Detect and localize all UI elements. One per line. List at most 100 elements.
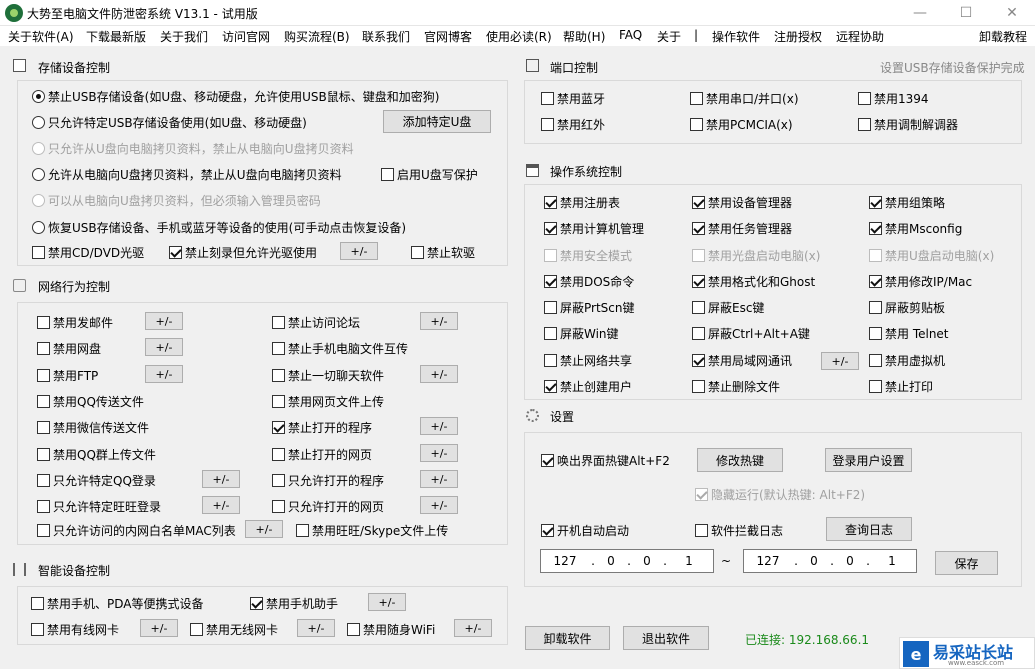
autostart-checkbox[interactable]: 开机自动启动 <box>541 521 629 539</box>
radio-block-usb[interactable]: 禁止USB存储设备(如U盘、移动硬盘，允许使用USB鼠标、键盘和加密狗) <box>32 87 439 105</box>
os-checkbox-12[interactable]: 屏蔽PrtScn键 <box>544 298 635 316</box>
query-log-button[interactable]: 查询日志 <box>826 517 912 541</box>
network-right-checkbox-4[interactable]: 禁止打开的程序 <box>272 418 372 436</box>
os-checkbox-20[interactable]: 禁用虚拟机 <box>869 351 945 369</box>
menu-contact-us[interactable]: 联系我们 <box>362 28 410 45</box>
os-checkbox-7[interactable]: 禁用光盘启动电脑(x) <box>692 246 820 264</box>
network-right-checkbox-6[interactable]: 只允许打开的程序 <box>272 471 384 489</box>
os-checkbox-16[interactable]: 屏蔽Ctrl+Alt+A键 <box>692 324 810 342</box>
radio-allow-specific-usb[interactable]: 只允许特定USB存储设备使用(如U盘、移动硬盘) <box>32 113 307 131</box>
lan-comm-plus-minus-button[interactable]: +/- <box>821 352 859 370</box>
network-left-plus-minus-button-6[interactable]: +/- <box>202 470 240 488</box>
portable-wifi-plus-minus-button[interactable]: +/- <box>454 619 492 637</box>
menu-must-read[interactable]: 使用必读(R) <box>486 28 552 45</box>
intercept-log-checkbox[interactable]: 软件拦截日志 <box>695 521 783 539</box>
os-checkbox-1[interactable]: 禁用设备管理器 <box>692 193 792 211</box>
hotkey-checkbox[interactable]: 唤出界面热键Alt+F2 <box>541 451 670 469</box>
disable-bluetooth-checkbox[interactable]: 禁用蓝牙 <box>541 89 605 107</box>
os-checkbox-14[interactable]: 屏蔽剪贴板 <box>869 298 945 316</box>
disable-1394-checkbox[interactable]: 禁用1394 <box>858 89 929 107</box>
login-user-settings-button[interactable]: 登录用户设置 <box>825 448 912 472</box>
network-right-checkbox-3[interactable]: 禁用网页文件上传 <box>272 392 384 410</box>
network-right-plus-minus-button-0[interactable]: +/- <box>420 312 458 330</box>
network-left-checkbox-8[interactable]: 只允许访问的内网白名单MAC列表 <box>37 521 236 539</box>
network-right-plus-minus-button-7[interactable]: +/- <box>420 496 458 514</box>
network-left-checkbox-1[interactable]: 禁用网盘 <box>37 339 101 357</box>
wired-nic-plus-minus-button[interactable]: +/- <box>140 619 178 637</box>
menu-remote-assist[interactable]: 远程协助 <box>836 28 884 45</box>
network-left-checkbox-2[interactable]: 禁用FTP <box>37 366 98 384</box>
os-checkbox-2[interactable]: 禁用组策略 <box>869 193 945 211</box>
maximize-button[interactable]: ☐ <box>943 0 989 26</box>
menu-faq[interactable]: FAQ <box>619 28 642 42</box>
phone-assistant-plus-minus-button[interactable]: +/- <box>368 593 406 611</box>
network-right-plus-minus-button-2[interactable]: +/- <box>420 365 458 383</box>
menu-about[interactable]: 关于 <box>657 28 681 45</box>
disable-cd-dvd-checkbox[interactable]: 禁用CD/DVD光驱 <box>32 243 144 261</box>
radio-pc-to-usb-only[interactable]: 允许从电脑向U盘拷贝资料，禁止从U盘向电脑拷贝资料 <box>32 165 342 183</box>
disable-portable-devices-checkbox[interactable]: 禁用手机、PDA等便携式设备 <box>31 594 203 612</box>
network-left-plus-minus-button-0[interactable]: +/- <box>145 312 183 330</box>
network-left-checkbox-0[interactable]: 禁用发邮件 <box>37 313 113 331</box>
os-checkbox-4[interactable]: 禁用任务管理器 <box>692 219 792 237</box>
os-checkbox-21[interactable]: 禁止创建用户 <box>544 377 632 395</box>
network-right-plus-minus-button-5[interactable]: +/- <box>420 444 458 462</box>
radio-pc-to-usb-password[interactable]: 可以从电脑向U盘拷贝资料，但必须输入管理员密码 <box>32 191 321 209</box>
network-left-checkbox-4[interactable]: 禁用微信传送文件 <box>37 418 149 436</box>
disable-pcmcia-checkbox[interactable]: 禁用PCMCIA(x) <box>690 115 793 133</box>
os-checkbox-18[interactable]: 禁止网络共享 <box>544 351 632 369</box>
os-checkbox-9[interactable]: 禁用DOS命令 <box>544 272 634 290</box>
menu-blog[interactable]: 官网博客 <box>424 28 472 45</box>
os-checkbox-3[interactable]: 禁用计算机管理 <box>544 219 644 237</box>
menu-uninstall-guide[interactable]: 卸载教程 <box>979 28 1027 45</box>
os-checkbox-11[interactable]: 禁用修改IP/Mac <box>869 272 972 290</box>
network-right-plus-minus-button-4[interactable]: +/- <box>420 417 458 435</box>
os-checkbox-5[interactable]: 禁用Msconfig <box>869 219 962 237</box>
os-checkbox-8[interactable]: 禁用U盘启动电脑(x) <box>869 246 994 264</box>
radio-restore-usb[interactable]: 恢复USB存储设备、手机或蓝牙等设备的使用(可手动点击恢复设备) <box>32 218 406 236</box>
os-checkbox-0[interactable]: 禁用注册表 <box>544 193 620 211</box>
os-checkbox-17[interactable]: 禁用 Telnet <box>869 324 949 342</box>
network-right-checkbox-7[interactable]: 只允许打开的网页 <box>272 497 384 515</box>
network-left-checkbox-5[interactable]: 禁用QQ群上传文件 <box>37 445 156 463</box>
os-checkbox-15[interactable]: 屏蔽Win键 <box>544 324 619 342</box>
disable-phone-assistant-checkbox[interactable]: 禁用手机助手 <box>250 594 338 612</box>
network-right-checkbox-0[interactable]: 禁止访问论坛 <box>272 313 360 331</box>
block-burn-checkbox[interactable]: 禁止刻录但允许光驱使用 <box>169 243 317 261</box>
menu-about-software[interactable]: 关于软件(A) <box>8 28 74 45</box>
menu-official-site[interactable]: 访问官网 <box>222 28 270 45</box>
start-ip-input[interactable]: 127 . 0 . 0 . 1 <box>540 549 714 573</box>
hidden-run-checkbox[interactable]: 隐藏运行(默认热键: Alt+F2) <box>695 485 865 503</box>
network-left-plus-minus-button-7[interactable]: +/- <box>202 496 240 514</box>
disable-serial-parallel-checkbox[interactable]: 禁用串口/并口(x) <box>690 89 799 107</box>
close-button[interactable]: ✕ <box>989 0 1035 26</box>
os-checkbox-10[interactable]: 禁用格式化和Ghost <box>692 272 815 290</box>
disable-infrared-checkbox[interactable]: 禁用红外 <box>541 115 605 133</box>
disable-floppy-checkbox[interactable]: 禁止软驱 <box>411 243 475 261</box>
network-left-checkbox-7[interactable]: 只允许特定旺旺登录 <box>37 497 161 515</box>
disable-modem-checkbox[interactable]: 禁用调制解调器 <box>858 115 958 133</box>
menu-purchase[interactable]: 购买流程(B) <box>284 28 350 45</box>
os-checkbox-23[interactable]: 禁止打印 <box>869 377 933 395</box>
uninstall-software-button[interactable]: 卸载软件 <box>525 626 610 650</box>
os-checkbox-22[interactable]: 禁止删除文件 <box>692 377 780 395</box>
modify-hotkey-button[interactable]: 修改热键 <box>697 448 783 472</box>
end-ip-input[interactable]: 127 . 0 . 0 . 1 <box>743 549 917 573</box>
network-left-checkbox-6[interactable]: 只允许特定QQ登录 <box>37 471 156 489</box>
disable-portable-wifi-checkbox[interactable]: 禁用随身WiFi <box>347 620 435 638</box>
wireless-nic-plus-minus-button[interactable]: +/- <box>297 619 335 637</box>
network-right-plus-minus-button-6[interactable]: +/- <box>420 470 458 488</box>
os-checkbox-19[interactable]: 禁用局域网通讯 <box>692 351 792 369</box>
network-right-checkbox-1[interactable]: 禁止手机电脑文件互传 <box>272 339 408 357</box>
network-right-checkbox-8[interactable]: 禁用旺旺/Skype文件上传 <box>296 521 448 539</box>
exit-software-button[interactable]: 退出软件 <box>623 626 709 650</box>
network-right-checkbox-5[interactable]: 禁止打开的网页 <box>272 445 372 463</box>
network-left-plus-minus-button-1[interactable]: +/- <box>145 338 183 356</box>
os-checkbox-13[interactable]: 屏蔽Esc键 <box>692 298 764 316</box>
usb-protection-status-link[interactable]: 设置USB存储设备保护完成 <box>880 59 1025 76</box>
menu-download-latest[interactable]: 下载最新版 <box>86 28 146 45</box>
add-specific-usb-button[interactable]: 添加特定U盘 <box>383 110 491 133</box>
menu-register[interactable]: 注册授权 <box>774 28 822 45</box>
menu-about-us[interactable]: 关于我们 <box>160 28 208 45</box>
menu-help[interactable]: 帮助(H) <box>563 28 605 45</box>
